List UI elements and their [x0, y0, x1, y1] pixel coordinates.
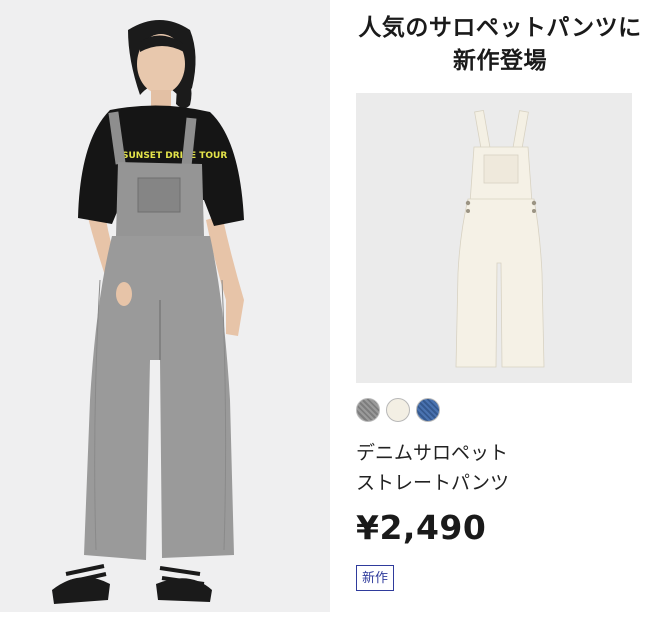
product-name-line-1: デニムサロペット: [356, 442, 509, 464]
swatch-gray[interactable]: [356, 398, 380, 422]
product-photo[interactable]: [356, 93, 632, 383]
product-illustration: [356, 93, 632, 383]
headline-line-1: 人気のサロペットパンツに: [358, 15, 642, 41]
model-illustration: SUNSET DRIVE TOUR: [0, 0, 330, 612]
color-swatches: [356, 398, 440, 422]
swatch-off-white[interactable]: [386, 398, 410, 422]
headline-line-2: 新作登場: [453, 48, 547, 74]
product-price: ¥2,490: [356, 508, 487, 547]
swatch-blue[interactable]: [416, 398, 440, 422]
product-name[interactable]: デニムサロペット ストレートパンツ: [356, 438, 646, 498]
product-name-line-2: ストレートパンツ: [356, 472, 509, 494]
shirt-print-text: SUNSET DRIVE TOUR: [122, 151, 227, 161]
new-badge: 新作: [356, 565, 395, 591]
promo-headline: 人気のサロペットパンツに 新作登場: [340, 12, 660, 78]
model-photo[interactable]: SUNSET DRIVE TOUR: [0, 0, 330, 612]
